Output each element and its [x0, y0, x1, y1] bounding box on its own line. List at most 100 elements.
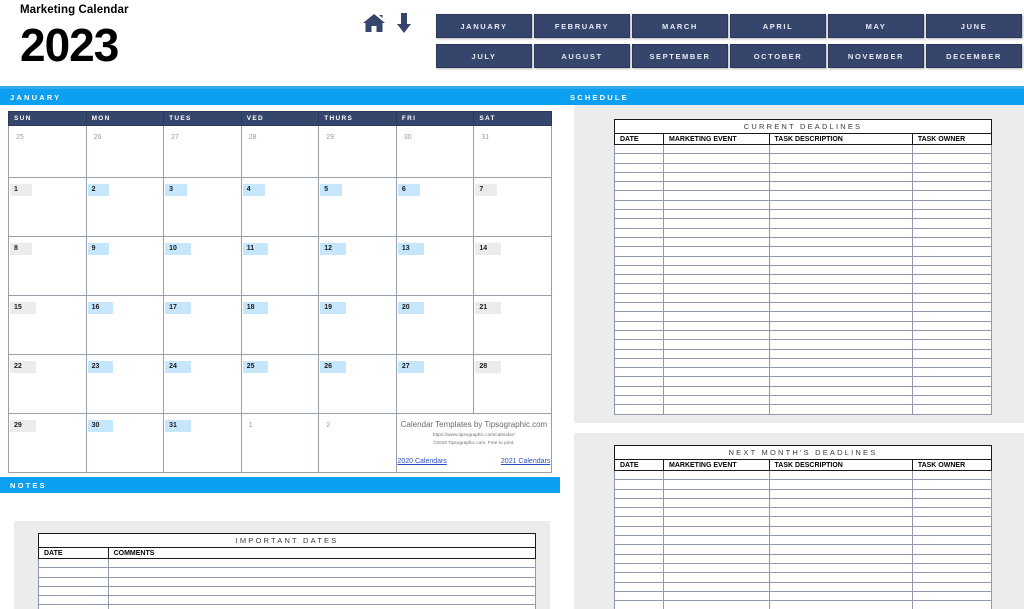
table-cell[interactable] — [768, 469, 913, 481]
table-cell[interactable] — [768, 190, 913, 201]
table-cell[interactable] — [663, 562, 770, 574]
table-cell[interactable] — [768, 292, 913, 304]
table-cell[interactable] — [614, 283, 664, 294]
table-cell[interactable] — [663, 516, 770, 527]
month-button-september[interactable]: SEPTEMBER — [632, 44, 728, 68]
calendar-day-cell[interactable]: 6 — [395, 177, 475, 237]
table-cell[interactable] — [614, 329, 664, 341]
table-cell[interactable] — [663, 153, 770, 164]
table-cell[interactable] — [663, 357, 770, 369]
month-button-may[interactable]: MAY — [828, 14, 924, 38]
calendar-day-cell[interactable]: 26 — [85, 125, 165, 178]
table-cell[interactable] — [663, 302, 770, 313]
table-cell[interactable] — [663, 544, 770, 555]
table-cell[interactable] — [614, 311, 664, 322]
table-cell[interactable] — [911, 525, 993, 537]
table-cell[interactable] — [768, 236, 913, 248]
table-cell[interactable] — [911, 292, 993, 304]
calendar-day-cell[interactable]: 29 — [8, 413, 87, 473]
table-cell[interactable] — [107, 595, 537, 606]
calendar-day-cell[interactable]: 4 — [240, 177, 320, 237]
calendar-day-cell[interactable]: 28 — [473, 354, 552, 414]
table-cell[interactable] — [911, 385, 993, 397]
month-button-august[interactable]: AUGUST — [534, 44, 630, 68]
table-cell[interactable] — [663, 236, 770, 248]
table-cell[interactable] — [911, 488, 993, 499]
table-cell[interactable] — [614, 525, 664, 537]
table-cell[interactable] — [614, 572, 664, 583]
calendar-day-cell[interactable]: 30 — [85, 413, 165, 473]
table-cell[interactable] — [107, 604, 537, 609]
table-cell[interactable] — [768, 581, 913, 592]
calendar-day-cell[interactable]: 31 — [473, 125, 552, 178]
table-cell[interactable] — [614, 209, 664, 220]
calendar-day-cell[interactable]: 10 — [163, 236, 242, 296]
table-cell[interactable] — [768, 385, 913, 397]
table-cell[interactable] — [614, 376, 664, 387]
month-button-january[interactable]: JANUARY — [436, 14, 532, 38]
table-cell[interactable] — [768, 302, 913, 313]
table-cell[interactable] — [768, 329, 913, 341]
calendar-day-cell[interactable]: 29 — [318, 125, 397, 178]
table-cell[interactable] — [768, 357, 913, 369]
table-cell[interactable] — [614, 320, 664, 331]
table-cell[interactable] — [911, 162, 993, 173]
calendar-day-cell[interactable]: 23 — [85, 354, 165, 414]
table-cell[interactable] — [614, 162, 664, 173]
table-cell[interactable] — [614, 581, 664, 592]
table-cell[interactable] — [663, 553, 770, 564]
month-button-june[interactable]: JUNE — [926, 14, 1022, 38]
table-cell[interactable] — [614, 246, 664, 257]
table-cell[interactable] — [614, 544, 664, 555]
calendar-day-cell[interactable]: 25 — [8, 125, 87, 178]
calendar-day-cell[interactable]: 18 — [240, 295, 320, 355]
calendar-day-cell[interactable]: 16 — [85, 295, 165, 355]
table-cell[interactable] — [768, 590, 913, 602]
table-cell[interactable] — [768, 283, 913, 294]
table-cell[interactable] — [663, 264, 770, 276]
table-cell[interactable] — [768, 181, 913, 192]
table-cell[interactable] — [107, 567, 537, 578]
table-cell[interactable] — [911, 394, 993, 406]
table-cell[interactable] — [911, 600, 993, 609]
table-cell[interactable] — [911, 516, 993, 527]
table-cell[interactable] — [768, 199, 913, 211]
table-cell[interactable] — [614, 562, 664, 574]
table-cell[interactable] — [663, 320, 770, 331]
table-cell[interactable] — [911, 236, 993, 248]
table-cell[interactable] — [614, 385, 664, 397]
table-cell[interactable] — [911, 143, 993, 155]
table-cell[interactable] — [768, 562, 913, 574]
table-cell[interactable] — [614, 600, 664, 609]
table-cell[interactable] — [911, 199, 993, 211]
table-cell[interactable] — [663, 218, 770, 229]
table-cell[interactable] — [768, 497, 913, 509]
table-cell[interactable] — [911, 348, 993, 359]
table-cell[interactable] — [663, 162, 770, 173]
table-cell[interactable] — [614, 339, 664, 350]
table-cell[interactable] — [663, 525, 770, 537]
table-cell[interactable] — [614, 497, 664, 509]
link-2021-calendars[interactable]: 2021 Calendars — [501, 458, 550, 465]
table-cell[interactable] — [911, 553, 993, 564]
table-cell[interactable] — [911, 218, 993, 229]
table-cell[interactable] — [107, 576, 537, 587]
table-cell[interactable] — [614, 348, 664, 359]
table-cell[interactable] — [663, 376, 770, 387]
table-cell[interactable] — [663, 181, 770, 192]
table-cell[interactable] — [38, 595, 109, 606]
table-cell[interactable] — [663, 348, 770, 359]
month-button-november[interactable]: NOVEMBER — [828, 44, 924, 68]
table-cell[interactable] — [911, 302, 993, 313]
table-cell[interactable] — [614, 553, 664, 564]
table-cell[interactable] — [663, 394, 770, 406]
table-cell[interactable] — [614, 535, 664, 546]
table-cell[interactable] — [663, 283, 770, 294]
table-cell[interactable] — [911, 590, 993, 602]
table-cell[interactable] — [768, 572, 913, 583]
table-cell[interactable] — [768, 274, 913, 285]
table-cell[interactable] — [768, 544, 913, 555]
table-cell[interactable] — [768, 171, 913, 183]
table-cell[interactable] — [768, 218, 913, 229]
table-cell[interactable] — [911, 497, 993, 509]
